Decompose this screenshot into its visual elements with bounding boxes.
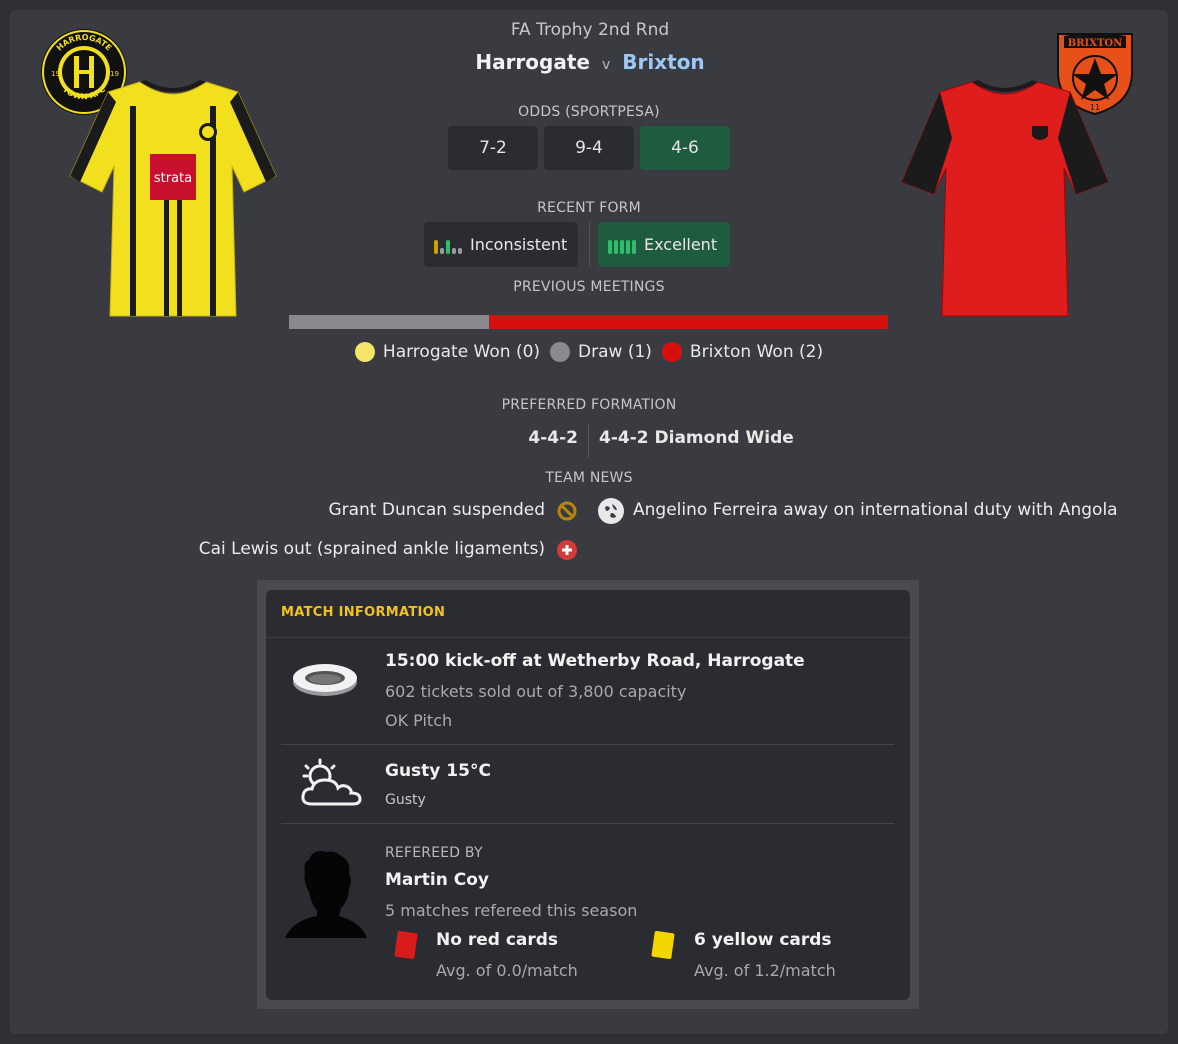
team-news-away-item[interactable]: Angelino Ferreira away on international … [633,500,1118,520]
suspended-icon [557,501,577,521]
referee-matches: 5 matches refereed this season [385,901,638,920]
form-bars-icon [434,236,462,254]
venue-headline[interactable]: 15:00 kick-off at Wetherby Road, Harroga… [385,651,805,671]
recent-form-label: RECENT FORM [537,200,641,216]
tickets-sold: 602 tickets sold out of 3,800 capacity [385,682,687,701]
yellow-cards-average: Avg. of 1.2/match [694,961,836,980]
referee-name[interactable]: Martin Coy [385,870,489,890]
form-bars-icon [608,236,636,254]
away-won-dot-icon [661,342,682,362]
globe-icon [598,498,624,524]
home-team-name[interactable]: Harrogate [475,50,590,74]
yellow-card-icon [650,929,676,965]
odds-row: 7-2 9-4 4-6 [448,126,730,170]
team-news-label: TEAM NEWS [545,470,633,486]
home-form-label: Inconsistent [470,235,568,254]
weather-cloud-sun-icon [298,758,364,814]
home-badge-year-left: 19 [51,70,60,78]
legend-draw: Draw (1) [550,342,652,362]
away-odds-button[interactable]: 4-6 [640,126,730,170]
home-won-text: Harrogate Won (0) [382,342,541,362]
pitch-condition: OK Pitch [385,711,453,730]
draw-dot-icon [550,342,571,362]
away-form-indicator[interactable]: Excellent [598,222,730,267]
yellow-cards-count: 6 yellow cards [694,930,832,950]
meetings-legend: Harrogate Won (0) Draw (1) Brixton Won (… [300,342,878,362]
recent-form-row: Inconsistent Excellent [424,222,730,267]
home-odds-button[interactable]: 7-2 [448,126,538,170]
away-badge-text: BRIXTON [1068,38,1123,49]
home-kit: strata [68,76,278,322]
weather-headline: Gusty 15°C [385,761,491,781]
draw-odds-button[interactable]: 9-4 [544,126,634,170]
red-card-icon [393,929,419,965]
preferred-formation-label: PREFERRED FORMATION [501,397,677,413]
form-divider [589,222,590,266]
meetings-bar-draw-segment [289,315,489,329]
away-team-name[interactable]: Brixton [622,50,704,74]
home-won-dot-icon [354,342,375,362]
team-news-text: Cai Lewis out (sprained ankle ligaments) [198,539,545,559]
home-form-indicator[interactable]: Inconsistent [424,222,578,267]
away-won-text: Brixton Won (2) [689,342,824,362]
draw-text: Draw (1) [578,342,652,362]
meetings-bar-away-segment [488,315,888,329]
match-information-title: MATCH INFORMATION [281,605,446,620]
legend-away-won: Brixton Won (2) [661,342,824,362]
red-cards-average: Avg. of 0.0/match [436,961,578,980]
home-kit-sponsor: strata [154,171,192,186]
formation-divider [588,424,589,458]
injury-icon [557,540,577,560]
away-kit [900,76,1110,322]
competition-name[interactable]: FA Trophy 2nd Rnd [390,20,790,40]
legend-home-won: Harrogate Won (0) [354,342,541,362]
weather-detail: Gusty [385,792,426,808]
match-title: Harrogate v Brixton [340,50,840,74]
team-news-home-item[interactable]: Cai Lewis out (sprained ankle ligaments) [199,539,545,559]
red-cards-count: No red cards [436,930,559,950]
stadium-icon [290,660,360,706]
team-news-text: Angelino Ferreira away on international … [633,500,1118,520]
previous-meetings-label: PREVIOUS MEETINGS [513,279,665,295]
home-formation[interactable]: 4-4-2 [528,428,578,448]
divider [281,744,894,745]
referee-avatar[interactable] [283,848,367,944]
previous-meetings-bar[interactable] [289,315,888,329]
team-news-text: Grant Duncan suspended [328,500,545,520]
versus-label: v [601,57,611,73]
odds-label: ODDS (SPORTPESA) [518,104,660,120]
refereed-by-label: REFEREED BY [385,845,483,861]
formation-row: 4-4-2 4-4-2 Diamond Wide [389,424,794,458]
away-form-label: Excellent [644,235,718,254]
team-news-home-item[interactable]: Grant Duncan suspended [328,500,545,520]
away-formation[interactable]: 4-4-2 Diamond Wide [599,428,794,448]
divider [281,823,894,824]
